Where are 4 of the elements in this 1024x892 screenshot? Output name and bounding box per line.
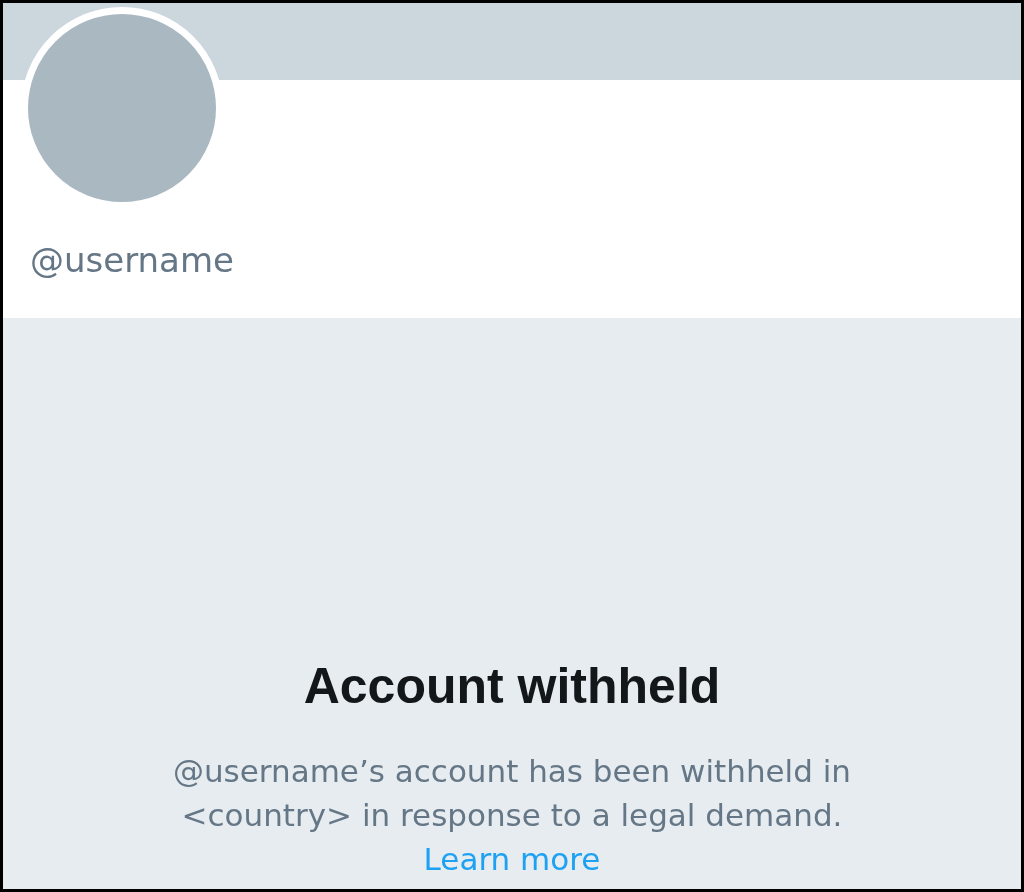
notice-message: @username’s account has been withheld in <country> in response to a legal demand. Learn more	[171, 752, 853, 879]
username: @username	[30, 240, 234, 280]
notice-title: Account withheld	[303, 657, 721, 715]
learn-more-link[interactable]: Learn more	[423, 841, 601, 877]
